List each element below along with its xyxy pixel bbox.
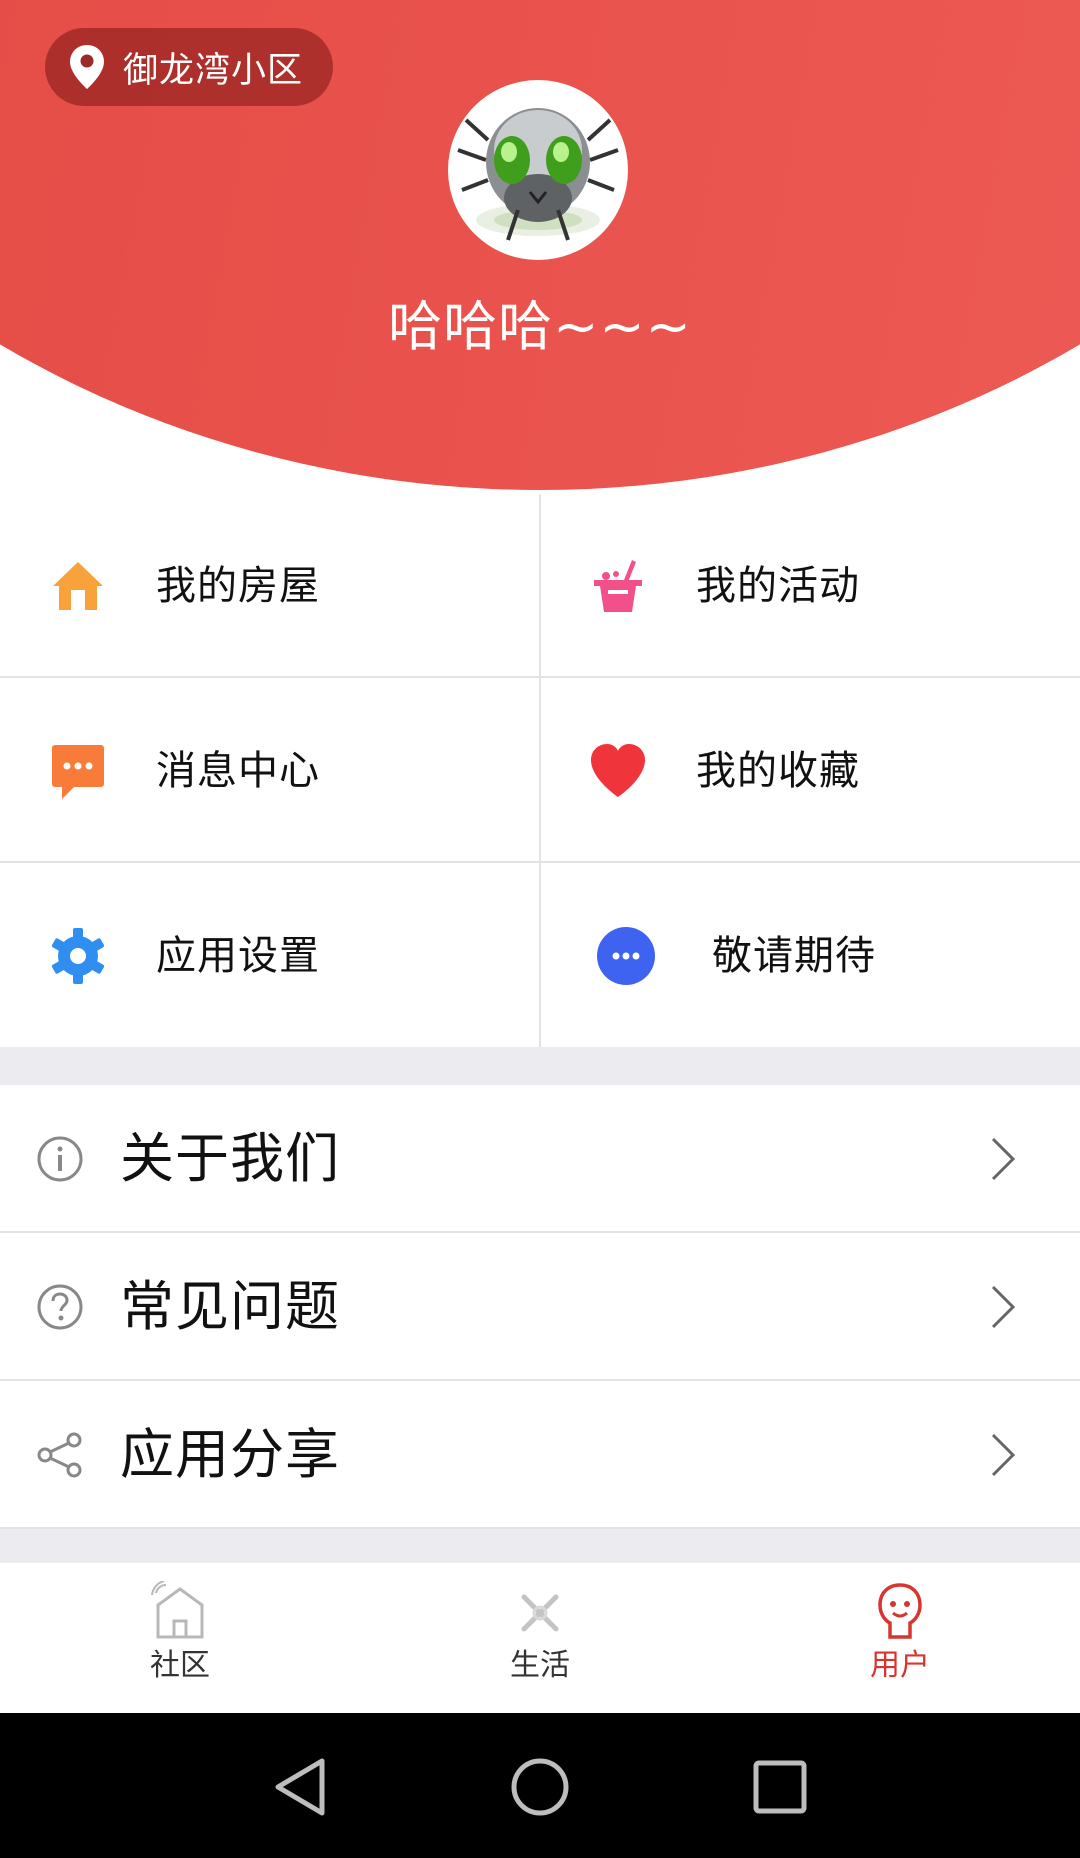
system-navigation-bar	[0, 1713, 1080, 1858]
chevron-right-icon	[988, 1135, 1018, 1183]
feature-grid: 我的房屋 我的活动 消息中心 我的收藏 应用设置 敬请期待	[0, 494, 1080, 1047]
settings-list: 关于我们 常见问题 应用分享	[0, 1085, 1080, 1529]
grid-item-label: 我的活动	[696, 563, 860, 609]
ice-bucket-icon	[588, 556, 648, 616]
profile-screen: 御龙湾小区 哈哈哈~~~ 我的房屋 我的活动 消息中心 我的收藏 应用设置 敬请…	[0, 0, 1080, 1858]
profile-header: 御龙湾小区 哈哈哈~~~	[0, 0, 1080, 494]
location-pin-icon	[70, 45, 104, 89]
share-icon	[36, 1431, 84, 1479]
heart-icon	[588, 741, 648, 801]
life-icon	[510, 1581, 570, 1641]
tab-life[interactable]: 生活	[360, 1563, 720, 1713]
gear-icon	[48, 926, 108, 986]
avatar-robot-fly-image	[457, 108, 619, 241]
grid-item-label: 我的房屋	[156, 563, 320, 609]
chevron-right-icon	[988, 1283, 1018, 1331]
question-icon	[36, 1283, 84, 1331]
list-item-faq[interactable]: 常见问题	[0, 1233, 1080, 1381]
recents-icon[interactable]	[742, 1749, 818, 1825]
message-icon	[48, 741, 108, 801]
grid-item-label: 敬请期待	[712, 933, 876, 979]
info-icon	[36, 1135, 84, 1183]
list-item-about-us[interactable]: 关于我们	[0, 1085, 1080, 1233]
list-item-label: 应用分享	[120, 1423, 340, 1486]
grid-item-my-activity[interactable]: 我的活动	[540, 494, 1080, 678]
grid-item-label: 消息中心	[156, 748, 320, 794]
community-icon	[150, 1581, 210, 1641]
grid-item-coming-soon[interactable]: 敬请期待	[540, 864, 1080, 1048]
grid-item-label: 应用设置	[156, 933, 320, 979]
list-item-label: 常见问题	[120, 1275, 340, 1338]
location-selector[interactable]: 御龙湾小区	[45, 28, 334, 106]
grid-item-my-house[interactable]: 我的房屋	[0, 494, 540, 678]
tab-community[interactable]: 社区	[0, 1563, 360, 1713]
list-item-label: 关于我们	[120, 1127, 340, 1190]
username: 哈哈哈~~~	[388, 295, 692, 358]
home-icon[interactable]	[502, 1749, 578, 1825]
user-icon	[870, 1581, 930, 1641]
chevron-right-icon	[988, 1431, 1018, 1479]
grid-item-label: 我的收藏	[696, 748, 860, 794]
house-icon	[48, 556, 108, 616]
tab-label: 生活	[510, 1648, 570, 1683]
back-icon[interactable]	[262, 1749, 338, 1825]
location-label: 御龙湾小区	[123, 50, 304, 91]
grid-item-my-favorites[interactable]: 我的收藏	[540, 679, 1080, 863]
tab-label: 社区	[150, 1648, 210, 1683]
grid-item-app-settings[interactable]: 应用设置	[0, 864, 540, 1048]
grid-item-message-center[interactable]: 消息中心	[0, 679, 540, 863]
more-icon	[596, 926, 656, 986]
tab-user[interactable]: 用户	[720, 1563, 1080, 1713]
bottom-tab-bar: 社区 生活 用户	[0, 1563, 1080, 1713]
list-item-share-app[interactable]: 应用分享	[0, 1381, 1080, 1529]
avatar[interactable]	[448, 80, 628, 260]
tab-label: 用户	[870, 1648, 930, 1683]
